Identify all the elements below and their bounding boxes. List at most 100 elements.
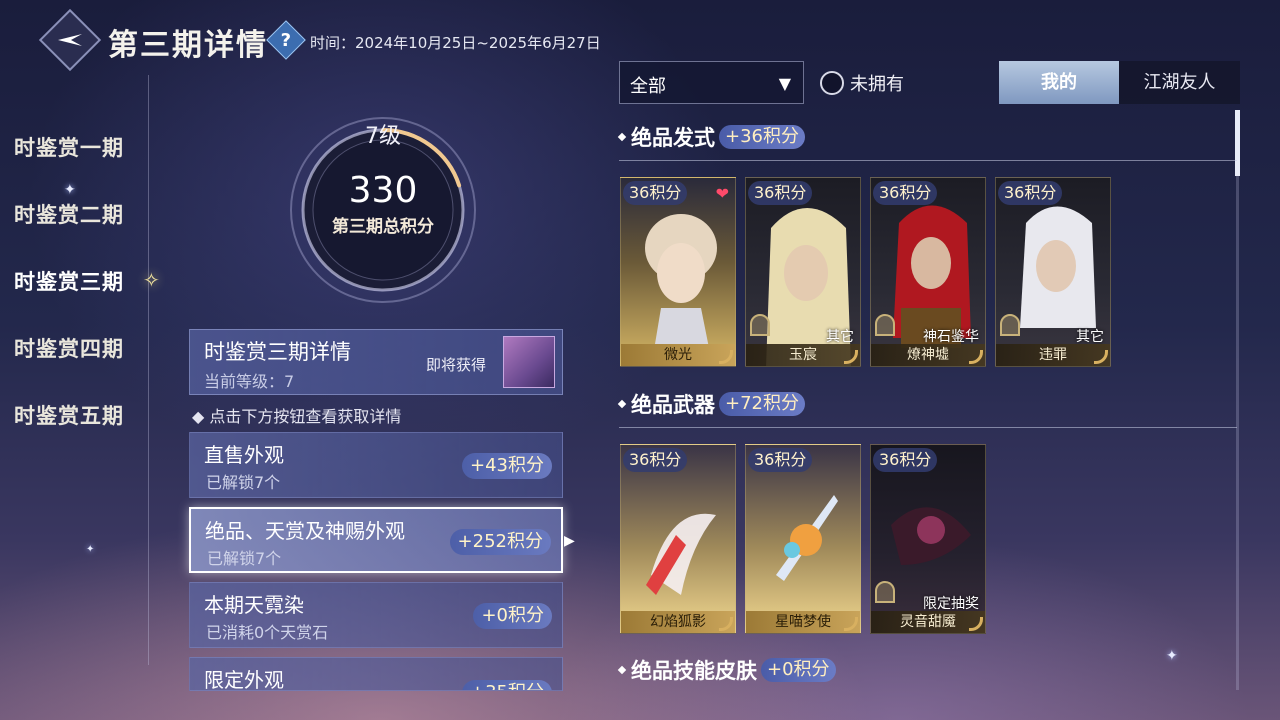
section-divider (619, 160, 1237, 161)
hint-label: 点击下方按钮查看获取详情 (209, 407, 402, 426)
reward-thumbnail[interactable] (503, 336, 555, 388)
item-source-tag: 神石鉴华 (923, 329, 979, 345)
sparkle-icon: ✦ (86, 544, 95, 555)
section-header-hair: 绝品发式 +36积分 (617, 122, 805, 152)
item-name: 星喵梦使 (746, 611, 860, 633)
item-card[interactable]: 36积分 神石鉴华 燎神墟 (870, 177, 986, 367)
hairstyle-portrait (645, 214, 717, 366)
item-card[interactable]: 36积分 幻焰狐影 (620, 444, 736, 634)
weapon-art (776, 495, 838, 581)
unowned-label: 未拥有 (850, 74, 904, 95)
category-card-limited[interactable]: 限定外观 +35积分 (189, 657, 563, 691)
category-points: +0积分 (473, 603, 552, 629)
item-name: 违罪 (996, 344, 1110, 366)
coming-reward-label: 即将获得 (426, 356, 487, 374)
item-card[interactable]: 36积分 ❤ 微光 (620, 177, 736, 367)
category-subtitle: 已解锁7个 (206, 473, 281, 492)
item-card[interactable]: 36积分 其它 玉宸 (745, 177, 861, 367)
question-icon: ? (280, 29, 292, 51)
item-source-tag: 其它 (1076, 329, 1104, 345)
item-card[interactable]: 36积分 星喵梦使 (745, 444, 861, 634)
item-name: 玉宸 (746, 344, 860, 366)
level-text: 7级 (365, 124, 401, 149)
section-points: +36积分 (719, 125, 805, 149)
help-button[interactable]: ? (266, 20, 306, 60)
section-points: +72积分 (719, 392, 805, 416)
category-title: 绝品、天赏及神赐外观 (205, 519, 405, 543)
nav-item-period-4[interactable]: 时鉴赏四期 (14, 333, 124, 363)
item-name: 幻焰狐影 (621, 611, 735, 633)
section-header-weapons: 绝品武器 +72积分 (617, 389, 805, 419)
section-title: 绝品技能皮肤 (631, 658, 757, 683)
item-name: 燎神墟 (871, 344, 985, 366)
category-title: 直售外观 (204, 443, 284, 467)
unowned-toggle[interactable]: 未拥有 (820, 70, 904, 96)
page-title: 第三期详情 (108, 28, 268, 63)
category-subtitle: 已消耗0个天赏石 (206, 623, 329, 642)
lock-icon (875, 314, 895, 336)
nav-divider (148, 75, 149, 665)
category-subtitle: 已解锁7个 (207, 549, 282, 568)
category-points: +252积分 (449, 529, 551, 555)
dropdown-arrow-icon: ▼ (778, 74, 791, 93)
item-name: 灵音甜魇 (871, 611, 985, 633)
category-card-premium[interactable]: 绝品、天赏及神赐外观 已解锁7个 +252积分 (189, 507, 563, 573)
category-points: +43积分 (462, 453, 552, 479)
category-card-dye[interactable]: 本期天霓染 已消耗0个天赏石 +0积分 (189, 582, 563, 648)
item-points: 36积分 (748, 181, 813, 205)
scrollbar-thumb[interactable] (1235, 110, 1240, 176)
nav-item-period-3[interactable]: 时鉴赏三期 (14, 266, 124, 296)
category-card-direct[interactable]: 直售外观 已解锁7个 +43积分 (189, 432, 563, 498)
item-points: 36积分 (873, 448, 938, 472)
hint-text: ◆ 点击下方按钮查看获取详情 (192, 407, 402, 426)
current-level: 当前等级：7 (204, 372, 295, 391)
tab-mine[interactable]: 我的 (999, 61, 1119, 104)
lock-icon (1000, 314, 1020, 336)
back-arrow-icon (58, 34, 82, 46)
section-title: 绝品武器 (631, 392, 715, 417)
item-points: 36积分 (748, 448, 813, 472)
sparkle-icon: ✦ (64, 182, 76, 198)
item-source-tag: 限定抽奖 (923, 596, 979, 612)
sparkle-icon: ✦ (1166, 648, 1178, 664)
heart-icon[interactable]: ❤ (716, 184, 729, 203)
back-button[interactable] (38, 8, 102, 72)
section-points: +0积分 (761, 658, 836, 682)
item-card[interactable]: 36积分 其它 违罪 (995, 177, 1111, 367)
period-detail-card[interactable]: 时鉴赏三期详情 当前等级：7 即将获得 (189, 329, 563, 395)
diamond-icon (617, 665, 627, 675)
period-text: 时间：2024年10月25日~2025年6月27日 (310, 34, 601, 52)
lock-icon (750, 314, 770, 336)
weapon-art (646, 513, 716, 595)
detail-title: 时鉴赏三期详情 (204, 340, 351, 364)
item-source-tag: 其它 (826, 329, 854, 345)
category-title: 本期天霓染 (204, 593, 304, 617)
item-points: 36积分 (873, 181, 938, 205)
category-points: +35积分 (462, 680, 552, 690)
radio-icon (820, 71, 844, 95)
total-score: 330 (348, 170, 418, 211)
scrollbar-track[interactable] (1236, 110, 1239, 690)
category-title: 限定外观 (204, 668, 284, 691)
item-name: 微光 (621, 344, 735, 366)
total-score-label: 第三期总积分 (332, 217, 434, 237)
section-title: 绝品发式 (631, 125, 715, 150)
nav-item-period-1[interactable]: 时鉴赏一期 (14, 132, 124, 162)
nav-item-period-2[interactable]: 时鉴赏二期 (14, 199, 124, 229)
filter-value: 全部 (630, 76, 666, 97)
tab-friends[interactable]: 江湖友人 (1119, 61, 1240, 104)
section-divider (619, 427, 1237, 428)
filter-dropdown[interactable]: 全部 ▼ (619, 61, 804, 104)
item-points: 36积分 (623, 448, 688, 472)
item-points: 36积分 (623, 181, 688, 205)
item-card[interactable]: 36积分 限定抽奖 灵音甜魇 (870, 444, 986, 634)
nav-item-period-5[interactable]: 时鉴赏五期 (14, 400, 124, 430)
item-points: 36积分 (998, 181, 1063, 205)
lock-icon (875, 581, 895, 603)
section-header-skill-skins: 绝品技能皮肤 +0积分 (617, 655, 836, 685)
diamond-icon (617, 399, 627, 409)
diamond-icon (617, 132, 627, 142)
selected-arrow-icon: ▶ (564, 533, 575, 549)
active-marker-icon: ✧ (143, 268, 160, 292)
score-ring: 7级 330 第三期总积分 (283, 110, 483, 310)
